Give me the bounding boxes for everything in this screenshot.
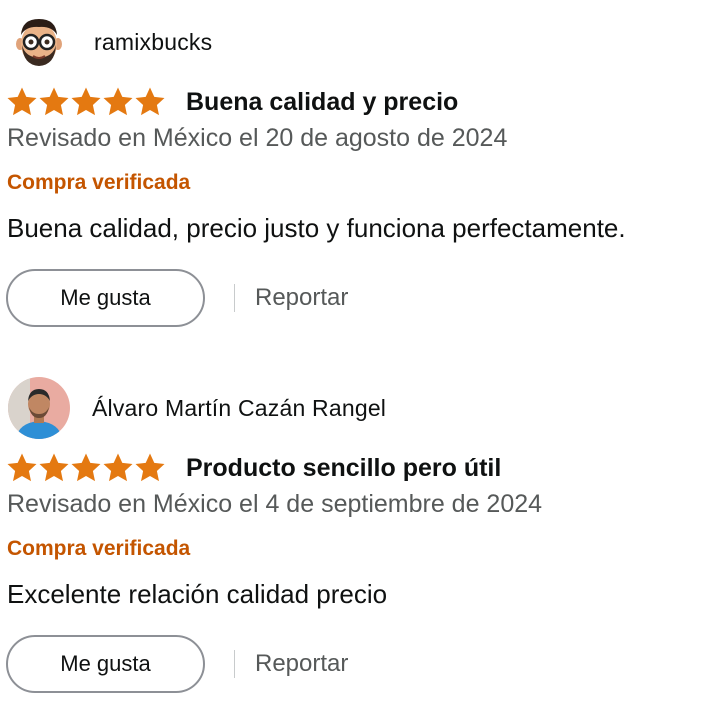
star-icon [71, 453, 101, 482]
review-actions: Me gusta Reportar [6, 267, 348, 329]
star-icon [39, 87, 69, 116]
review-title[interactable]: Buena calidad y precio [186, 88, 458, 117]
user-photo-icon [8, 377, 70, 439]
verified-purchase-badge[interactable]: Compra verificada [7, 537, 190, 561]
review-card: ramixbucks Buena calidad y precio Revisa… [0, 0, 708, 340]
review-title-row: Buena calidad y precio [6, 83, 458, 121]
helpful-button[interactable]: Me gusta [6, 269, 205, 327]
review-date: Revisado en México el 4 de septiembre de… [7, 490, 543, 518]
star-icon [103, 453, 133, 482]
review-date: Revisado en México el 20 de agosto de 20… [7, 124, 508, 152]
cartoon-face-with-glasses-icon [8, 11, 70, 73]
star-icon [135, 87, 165, 116]
review-title-row: Producto sencillo pero útil [6, 449, 501, 487]
reviewer-name[interactable]: Álvaro Martín Cazán Rangel [92, 395, 386, 422]
divider [234, 284, 235, 312]
reviewer-profile[interactable]: Álvaro Martín Cazán Rangel [8, 377, 386, 439]
review-body: Buena calidad, precio justo y funciona p… [7, 213, 626, 243]
reviewer-name[interactable]: ramixbucks [94, 29, 212, 56]
star-icon [103, 87, 133, 116]
review-title[interactable]: Producto sencillo pero útil [186, 454, 501, 483]
reviewer-profile[interactable]: ramixbucks [8, 11, 212, 73]
review-body: Excelente relación calidad precio [7, 579, 388, 609]
review-actions: Me gusta Reportar [6, 633, 348, 695]
divider [234, 650, 235, 678]
star-icon [7, 453, 37, 482]
star-icon [39, 453, 69, 482]
report-link[interactable]: Reportar [255, 650, 348, 678]
star-rating[interactable] [6, 86, 166, 118]
review-card: Álvaro Martín Cazán Rangel Producto senc… [0, 366, 708, 706]
star-rating[interactable] [6, 452, 166, 484]
star-icon [7, 87, 37, 116]
star-icon [71, 87, 101, 116]
star-icon [135, 453, 165, 482]
report-link[interactable]: Reportar [255, 284, 348, 312]
helpful-button[interactable]: Me gusta [6, 635, 205, 693]
verified-purchase-badge[interactable]: Compra verificada [7, 171, 190, 195]
